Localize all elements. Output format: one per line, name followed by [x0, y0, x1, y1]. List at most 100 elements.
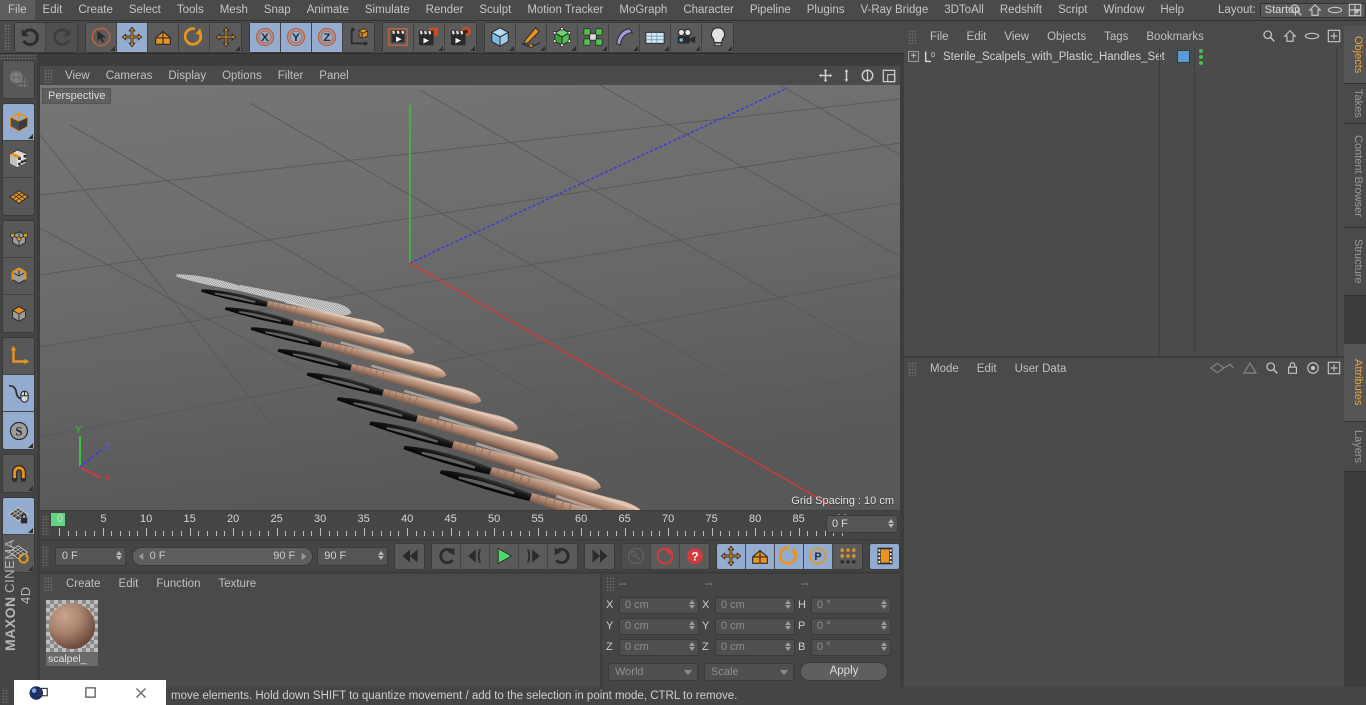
menu-create[interactable]: Create [70, 0, 121, 20]
c4d-sphere-icon[interactable] [14, 680, 65, 705]
stepper-icon[interactable] [689, 641, 695, 651]
rotation-key-button[interactable] [775, 543, 804, 569]
menu-simulate[interactable]: Simulate [357, 0, 418, 20]
scale-key-button[interactable] [746, 543, 775, 569]
stepper-icon[interactable] [881, 599, 887, 609]
flyout-corner-icon[interactable] [110, 45, 115, 51]
menu-3dtoall[interactable]: 3DToAll [936, 0, 992, 20]
snap-toggle-button[interactable] [3, 455, 34, 492]
attributes-menu-mode[interactable]: Mode [921, 359, 968, 379]
vertical-tab-attributes[interactable]: Attributes [1344, 344, 1366, 422]
add-deformer-button[interactable] [609, 22, 640, 52]
start-stepper-icon[interactable] [115, 550, 122, 560]
vertical-tab-structure[interactable]: Structure [1344, 228, 1366, 296]
position-key-button[interactable] [717, 543, 746, 569]
undo-button[interactable] [15, 22, 46, 52]
attributes-grip[interactable] [908, 361, 917, 376]
points-mode-button[interactable] [3, 221, 34, 258]
dynamic-place-tool[interactable] [210, 22, 241, 52]
flyout-corner-icon[interactable] [727, 45, 732, 51]
menu-plugins[interactable]: Plugins [799, 0, 853, 20]
object-menu-objects[interactable]: Objects [1038, 27, 1095, 47]
menu-tools[interactable]: Tools [169, 0, 212, 20]
autokeying-button[interactable] [651, 543, 680, 569]
menu-character[interactable]: Character [675, 0, 742, 20]
viewport-menu-options[interactable]: Options [214, 67, 270, 85]
flyout-corner-icon[interactable] [602, 45, 607, 51]
step-forward-button[interactable] [519, 543, 548, 569]
end-stepper-icon[interactable] [378, 550, 384, 560]
viewport-solo-button[interactable] [3, 375, 34, 412]
viewport-menu-filter[interactable]: Filter [270, 67, 312, 85]
add-camera-button[interactable] [671, 22, 702, 52]
object-manager-body[interactable]: + 0 Sterile_Scalpels_with_Plastic_Handle… [904, 47, 1344, 356]
add-cube-button[interactable] [485, 22, 516, 52]
live-selection-tool[interactable] [86, 22, 117, 52]
object-menu-view[interactable]: View [995, 27, 1038, 47]
render-to-picture-viewer-button[interactable] [414, 22, 445, 52]
lock-x-axis[interactable]: X [250, 22, 281, 52]
rotate-icon[interactable] [860, 68, 875, 83]
delta-icon[interactable] [1242, 361, 1258, 375]
flyout-corner-icon[interactable] [695, 45, 700, 51]
material-menu-create[interactable]: Create [57, 575, 110, 594]
size-y-field[interactable]: 0 cm [715, 617, 795, 635]
preview-range-slider[interactable]: 0 F 90 F [131, 546, 314, 566]
menu-pipeline[interactable]: Pipeline [742, 0, 799, 20]
workplane-mode-button[interactable] [3, 178, 34, 215]
menu-select[interactable]: Select [121, 0, 169, 20]
vertical-tab-layers[interactable]: Layers [1344, 422, 1366, 472]
range-left-arrow-icon[interactable] [137, 552, 146, 561]
material-manager-grip[interactable] [44, 577, 53, 591]
render-settings-button[interactable] [445, 22, 476, 52]
timeline-start-field[interactable]: 0 F [54, 546, 126, 566]
stepper-icon[interactable] [881, 641, 887, 651]
material-menu-function[interactable]: Function [147, 575, 209, 594]
home-icon[interactable] [1308, 3, 1322, 17]
rotation-p-field[interactable]: 0 ° [811, 617, 891, 635]
flyout-corner-icon[interactable] [509, 45, 514, 51]
position-x-field[interactable]: 0 cm [619, 596, 699, 614]
viewport-menu-view[interactable]: View [57, 67, 98, 85]
flyout-corner-icon[interactable] [28, 486, 33, 491]
flyout-corner-icon[interactable] [235, 45, 240, 51]
scale-tool[interactable] [148, 22, 179, 52]
expand-toggle-icon[interactable]: + [908, 51, 919, 62]
object-axis-mode-button[interactable] [3, 338, 34, 375]
apply-button[interactable]: Apply [800, 662, 888, 681]
object-manager-grip[interactable] [908, 29, 917, 44]
play-button[interactable] [490, 543, 519, 569]
vertical-tab-content-browser[interactable]: Content Browser [1344, 124, 1366, 228]
capsule-icon[interactable] [1327, 4, 1343, 16]
frame-stepper-icon[interactable] [888, 519, 894, 528]
lock-z-axis[interactable]: Z [312, 22, 343, 52]
attributes-menu-edit[interactable]: Edit [968, 359, 1006, 379]
size-z-field[interactable]: 0 cm [715, 638, 795, 656]
coordinates-grip[interactable] [606, 577, 615, 591]
menu-mograph[interactable]: MoGraph [611, 0, 675, 20]
home-icon[interactable] [1283, 29, 1297, 43]
search-icon[interactable] [1289, 3, 1303, 17]
point-level-animation-button[interactable] [833, 543, 862, 569]
dolly-icon[interactable] [840, 68, 853, 83]
enable-axis-modification-button[interactable]: S [3, 412, 34, 449]
menu-help[interactable]: Help [1152, 0, 1192, 20]
viewport-menu-display[interactable]: Display [160, 67, 214, 85]
lock-workplane-button[interactable] [3, 498, 34, 535]
timeline-ruler[interactable]: 051015202530354045505560657075808590 [51, 513, 848, 538]
material-menu-edit[interactable]: Edit [110, 575, 148, 594]
capsule-icon[interactable] [1304, 30, 1320, 42]
flyout-corner-icon[interactable] [28, 443, 33, 448]
timeline-end-field[interactable]: 90 F [317, 546, 388, 566]
model-mode-button[interactable] [3, 104, 34, 141]
status-bar-grip[interactable] [2, 689, 9, 703]
world-object-coord-toggle[interactable] [343, 22, 374, 52]
stepper-icon[interactable] [785, 620, 791, 630]
plus-box-icon[interactable] [1327, 361, 1341, 375]
position-z-field[interactable]: 0 cm [619, 638, 699, 656]
size-x-field[interactable]: 0 cm [715, 596, 795, 614]
add-generator-button[interactable] [547, 22, 578, 52]
menu-snap[interactable]: Snap [256, 0, 299, 20]
target-icon[interactable] [1306, 361, 1320, 375]
previous-keyframe-button[interactable] [432, 543, 461, 569]
